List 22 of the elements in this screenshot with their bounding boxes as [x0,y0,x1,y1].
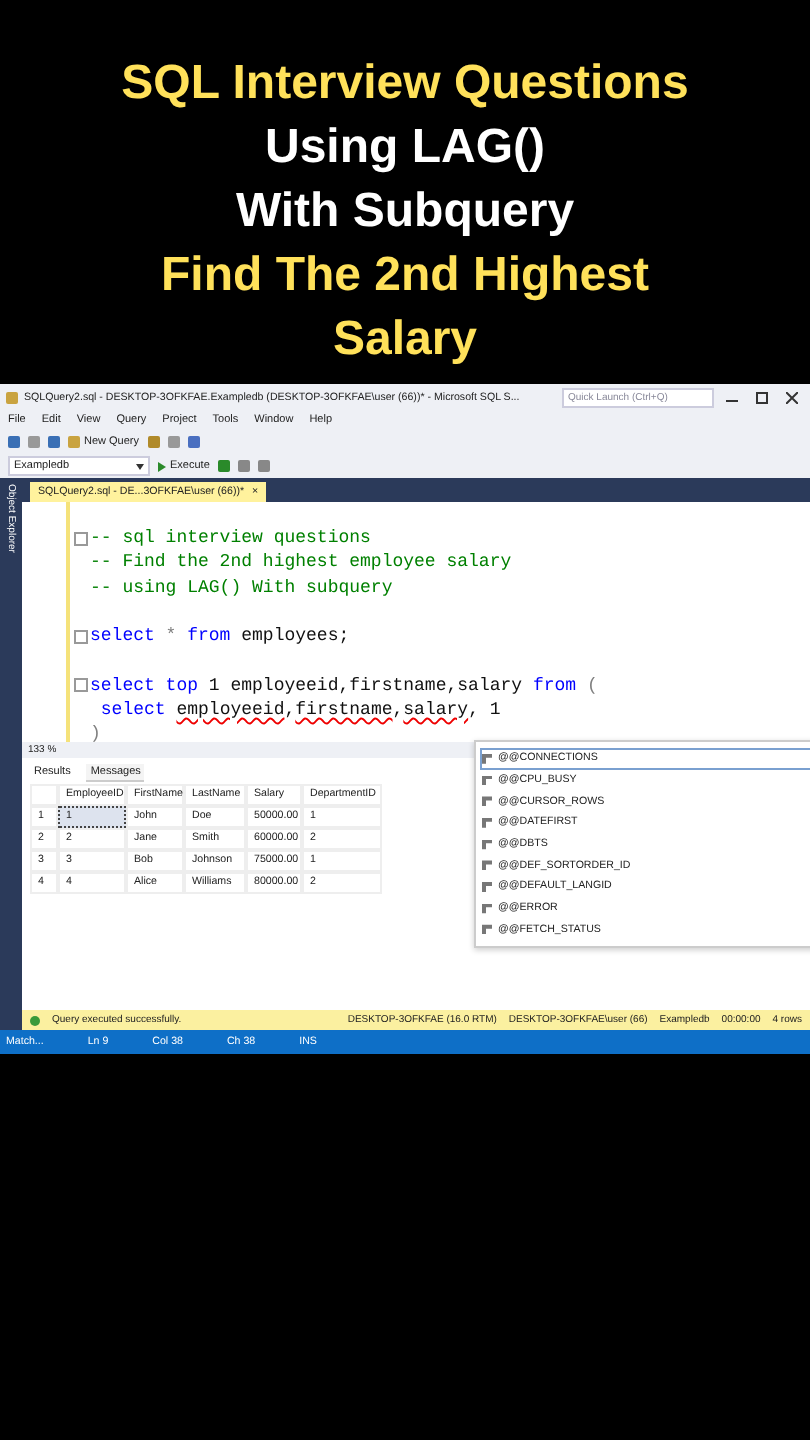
headline-text: Find The 2nd Highest [161,246,649,306]
collapse-icon[interactable] [74,629,88,644]
code-line: select * from employees; [90,624,350,649]
success-icon [30,1015,40,1025]
close-icon[interactable] [786,391,798,403]
code-line: -- sql interview questions [90,526,371,551]
caret-icon [136,463,144,469]
headline-text: SQL Interview Questions [121,54,689,114]
play-icon [158,461,166,471]
code-line: -- Find the 2nd highest employee salary [90,550,512,576]
app-icon [6,391,18,403]
code-line: ) [90,722,101,748]
code-line: select top 1 employeeid,firstname,salary from ( [90,673,598,699]
headline-text: Using LAG() [265,118,545,178]
code-line: select employeeid,firstname,salary, 1 [98,698,501,723]
headline-text: Salary [332,310,478,370]
maximize-icon[interactable] [756,391,768,403]
collapse-icon[interactable] [74,678,88,693]
code-editor[interactable] [22,502,810,742]
collapse-icon[interactable] [74,531,88,546]
headline-text: With Subquery [235,182,575,242]
code-line: -- using LAG() With subquery [90,575,393,600]
